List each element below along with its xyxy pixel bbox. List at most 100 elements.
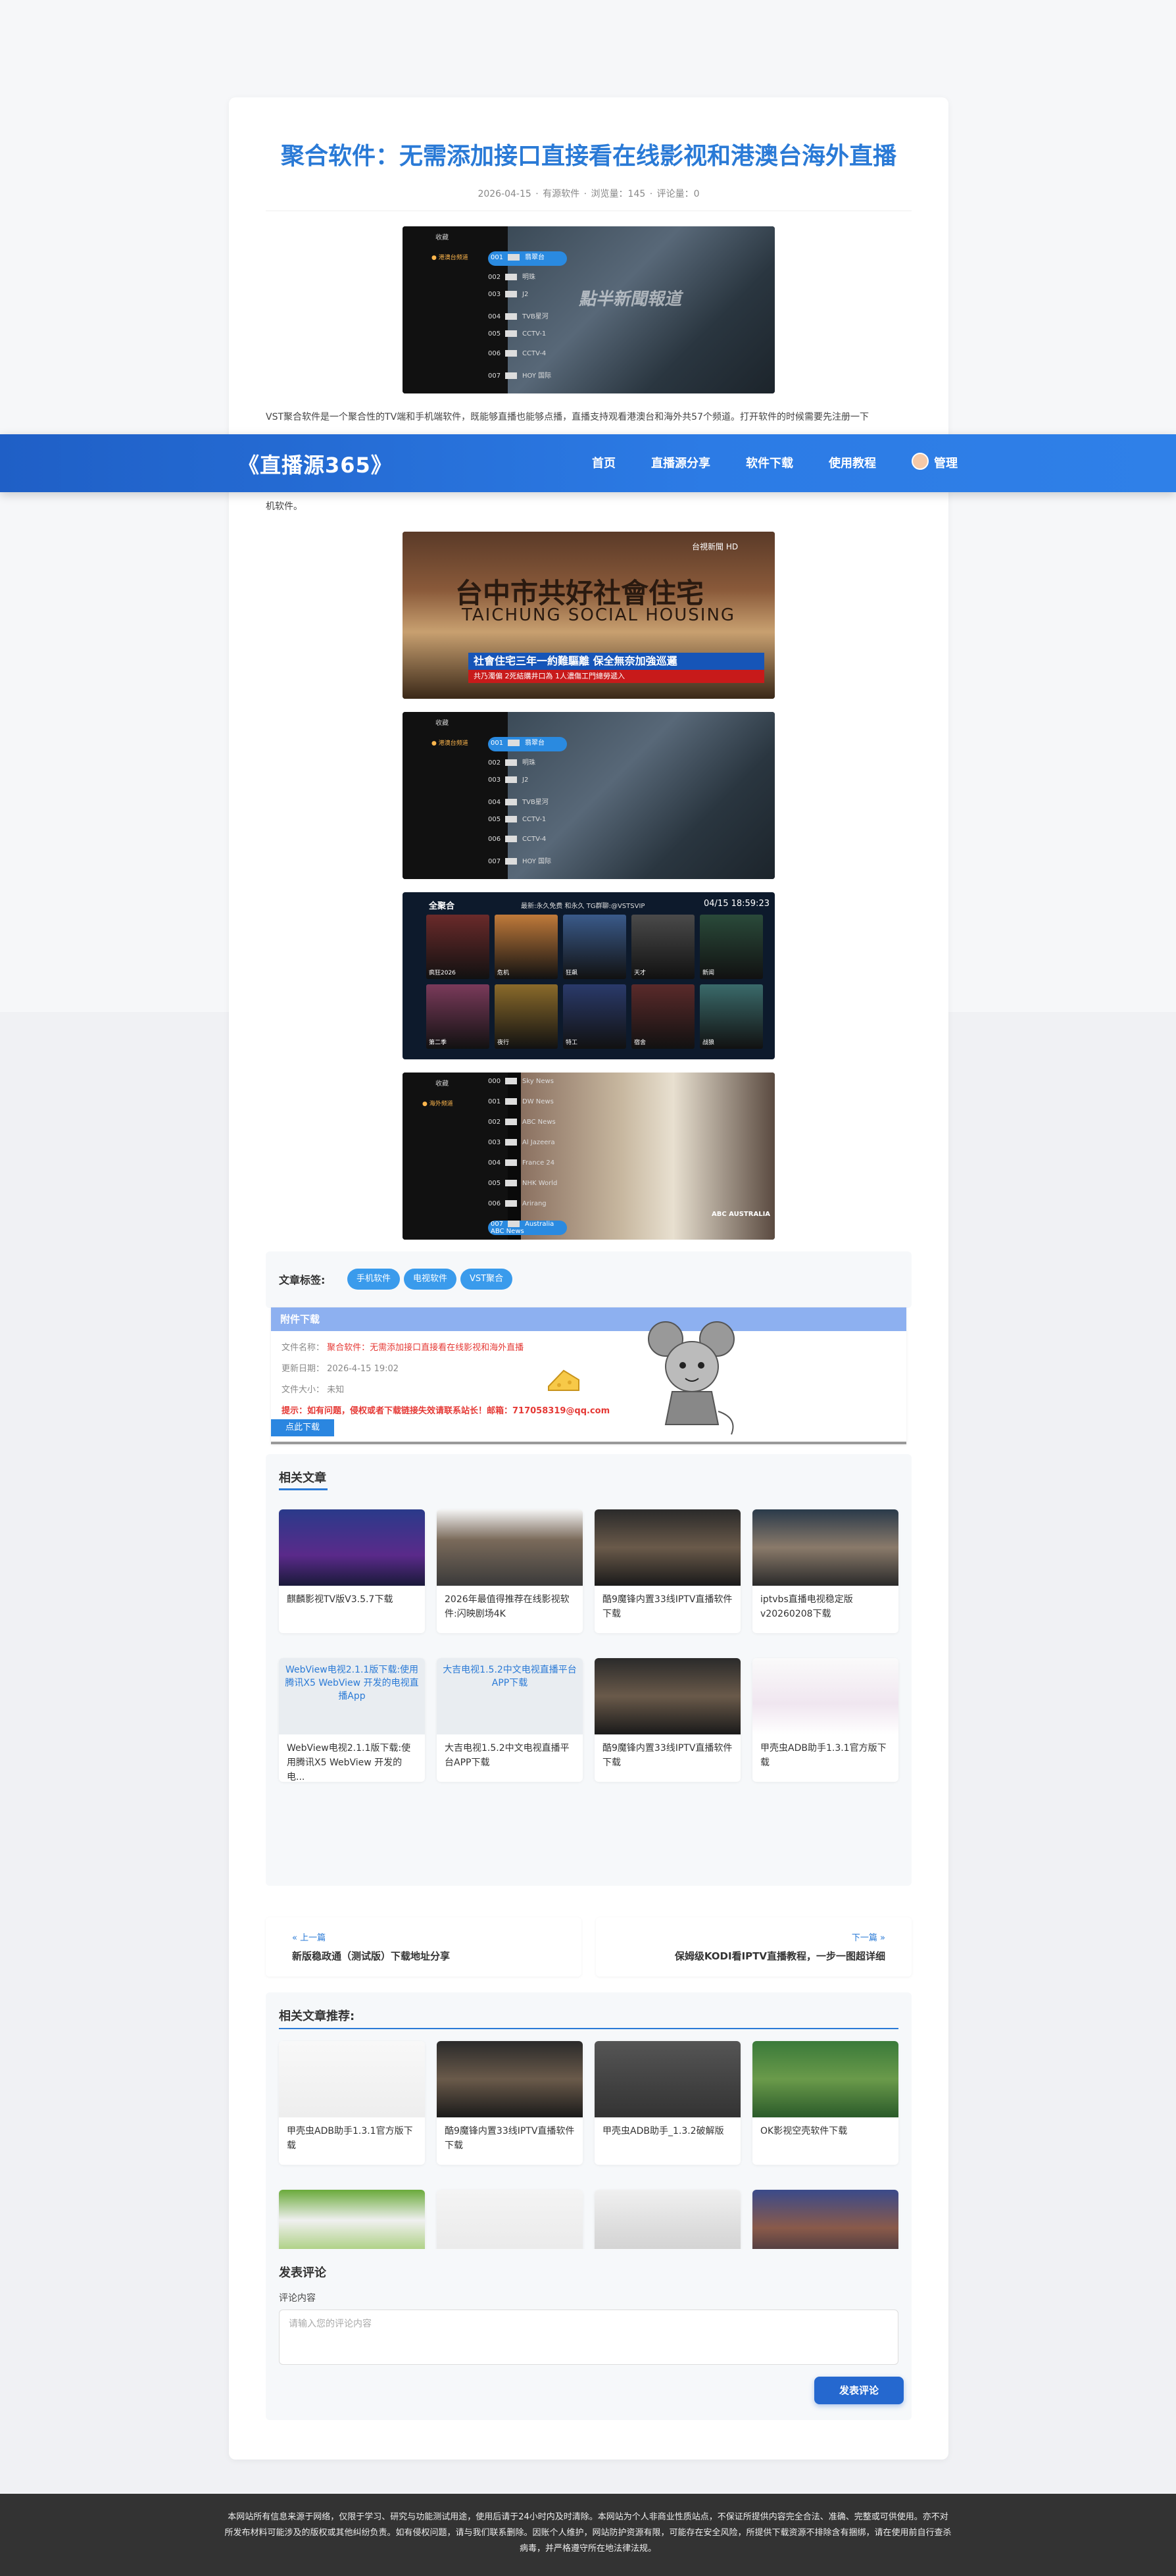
channel-row[interactable]: 005 CCTV-1 xyxy=(488,816,567,830)
article-card-link[interactable]: 麒麟影视TV版V3.5.7下载 xyxy=(279,1509,425,1633)
channel-row[interactable]: 002 明珠 xyxy=(488,271,567,286)
channel-row[interactable]: 007 Australia ABC News xyxy=(488,1221,567,1235)
article-card-title: iptvbs直播电视稳定版v20260208下载 xyxy=(760,1594,853,1619)
channel-number: 004 xyxy=(488,799,501,806)
nav-link-sources[interactable]: 直播源分享 xyxy=(651,454,710,471)
download-notice: 提示：如有问题，侵权或者下载链接失效请联系站长！邮箱：717058319@qq.… xyxy=(282,1406,610,1416)
poster-thumbnail[interactable]: 特工 xyxy=(563,984,626,1049)
submit-comment-button[interactable]: 发表评论 xyxy=(814,2377,904,2404)
nav-link-software[interactable]: 软件下载 xyxy=(746,454,793,471)
article-thumbnail xyxy=(279,2041,425,2117)
channel-row[interactable]: 006 Arirang xyxy=(488,1200,567,1215)
article-card-link[interactable]: iptvbs直播电视稳定版v20260208下载 xyxy=(752,1509,898,1633)
channel-row[interactable]: 003 J2 xyxy=(488,776,567,791)
article-paragraph: VST聚合软件是一个聚合性的TV端和手机端软件，既能够直播也能够点播，直播支持观… xyxy=(266,412,869,422)
article-card-link[interactable]: 甲壳虫ADB助手_1.3.2破解版 xyxy=(595,2041,741,2165)
next-article-link[interactable]: 下一篇 » 保姆级KODI看IPTV直播教程，一步一图超详细 xyxy=(596,1917,912,1977)
channel-row[interactable]: 007 HOY 国际 xyxy=(488,855,567,870)
poster-thumbnail[interactable]: 第二季 xyxy=(426,984,489,1049)
channel-row[interactable]: 007 HOY 国际 xyxy=(488,370,567,384)
article-card-link[interactable]: 甲壳虫ADB助手1.3.1官方版下载 xyxy=(752,1658,898,1782)
next-title: 保姆级KODI看IPTV直播教程，一步一图超详细 xyxy=(674,1950,885,1962)
article-thumbnail xyxy=(595,1658,741,1734)
poster-thumbnail[interactable]: 狂飙 xyxy=(563,915,626,979)
app-marquee: 最新:永久免费 和永久 TG群聊:@VSTSVIP xyxy=(521,903,645,910)
article-title: 聚合软件：无需添加接口直接看在线影视和港澳台海外直播 xyxy=(280,143,896,170)
prev-article-link[interactable]: « 上一篇 新版稳政通（测试版）下载地址分享 xyxy=(266,1917,581,1977)
channel-row[interactable]: 001 翡翠台 xyxy=(488,737,567,751)
channel-logo-icon xyxy=(508,1221,520,1227)
size-label: 文件大小： xyxy=(282,1385,325,1395)
nav-link-home[interactable]: 首页 xyxy=(592,454,616,471)
channel-row[interactable]: 004 France 24 xyxy=(488,1159,567,1174)
article-category[interactable]: 有源软件 xyxy=(543,189,579,199)
poster-thumbnail[interactable]: 夜行 xyxy=(495,984,558,1049)
news-ticker: 共乃濁偏 2死結購井口為 1人濃傷工門總勞遞入 xyxy=(468,670,764,683)
size-value: 未知 xyxy=(327,1385,345,1395)
channel-number: 005 xyxy=(488,1180,501,1187)
channel-row[interactable]: 001 DW News xyxy=(488,1098,567,1113)
comment-panel: 发表评论 评论内容 请输入您的评论内容 发表评论 xyxy=(266,2249,912,2420)
channel-row[interactable]: 002 明珠 xyxy=(488,757,567,771)
article-card-title: 酷9魔锋内置33线IPTV直播软件下载 xyxy=(602,1743,733,1768)
article-card-title: 甲壳虫ADB助手1.3.1官方版下载 xyxy=(760,1743,887,1768)
nav-links: 首页 直播源分享 软件下载 使用教程 管理 xyxy=(592,453,993,471)
channel-row[interactable]: 005 CCTV-1 xyxy=(488,330,567,345)
poster-thumbnail[interactable]: 天才 xyxy=(631,915,695,979)
poster-thumbnail[interactable]: 危机 xyxy=(495,915,558,979)
article-card-title: 甲壳虫ADB助手1.3.1官方版下载 xyxy=(287,2126,413,2151)
channel-row[interactable]: 006 CCTV-4 xyxy=(488,836,567,850)
channel-row[interactable]: 004 TVB星河 xyxy=(488,796,567,811)
channel-row[interactable]: 000 Sky News xyxy=(488,1078,567,1092)
channel-name: J2 xyxy=(522,776,529,784)
avatar-icon xyxy=(912,453,929,470)
article-card-link[interactable]: 2026年最值得推荐在线影视软件:闪映剧场4K xyxy=(437,1509,583,1633)
article-card-link[interactable]: 酷9魔锋内置33线IPTV直播软件下载 xyxy=(595,1509,741,1633)
article-card-title: 大吉电视1.5.2中文电视直播平台APP下载 xyxy=(445,1743,570,1768)
channel-logo-icon xyxy=(505,858,517,865)
channel-row[interactable]: 001 翡翠台 xyxy=(488,251,567,266)
screenshot-news: 台中市共好社會住宅 TAICHUNG SOCIAL HOUSING 台視新聞 H… xyxy=(403,532,775,699)
article-thumbnail xyxy=(595,2041,741,2117)
channel-row[interactable]: 005 NHK World xyxy=(488,1180,567,1194)
poster-thumbnail[interactable]: 宿舍 xyxy=(631,984,695,1049)
file-name-label: 文件名称： xyxy=(282,1343,325,1353)
article-card-link[interactable]: WebView电视2.1.1版下载:使用腾讯X5 WebView 开发的电视直播… xyxy=(279,1658,425,1782)
article-thumbnail xyxy=(752,1509,898,1586)
channel-row[interactable]: 003 Al Jazeera xyxy=(488,1139,567,1153)
comment-textarea[interactable]: 请输入您的评论内容 xyxy=(279,2310,898,2365)
article-card-link[interactable]: OK影视空壳软件下载 xyxy=(752,2041,898,2165)
download-header: 附件下载 xyxy=(271,1307,906,1331)
channel-name: J2 xyxy=(522,291,529,298)
download-button[interactable]: 点此下载 xyxy=(271,1419,334,1436)
channel-row[interactable]: 002 ABC News xyxy=(488,1119,567,1133)
poster-thumbnail[interactable]: 新闻 xyxy=(700,915,763,979)
channel-logo-icon xyxy=(505,291,517,297)
channel-row[interactable]: 003 J2 xyxy=(488,291,567,305)
tag-link[interactable]: 手机软件 xyxy=(347,1269,401,1290)
tag-link[interactable]: VST聚合 xyxy=(460,1269,513,1290)
article-card-link[interactable]: 大吉电视1.5.2中文电视直播平台APP下载大吉电视1.5.2中文电视直播平台A… xyxy=(437,1658,583,1782)
poster-thumbnail[interactable]: 战狼 xyxy=(700,984,763,1049)
article-thumbnail xyxy=(437,2041,583,2117)
article-card-link[interactable]: 甲壳虫ADB助手1.3.1官方版下载 xyxy=(279,2041,425,2165)
site-logo[interactable]: 《直播源365》 xyxy=(238,449,393,478)
article-card-link[interactable]: 酷9魔锋内置33线IPTV直播软件下载 xyxy=(437,2041,583,2165)
article-card-link[interactable]: 酷9魔锋内置33线IPTV直播软件下载 xyxy=(595,1658,741,1782)
channel-row[interactable]: 004 TVB星河 xyxy=(488,311,567,325)
poster-thumbnail[interactable]: 疯狂2026 xyxy=(426,915,489,979)
article-date: 2026-04-15 xyxy=(478,189,531,199)
tags-box: 文章标签: 手机软件 电视软件 VST聚合 xyxy=(266,1251,912,1308)
channel-name: CCTV-1 xyxy=(522,816,547,823)
screenshot-channel-list: 收藏 ● 港澳台频道 001 翡翠台 002 明珠 003 J2 004 TVB星河 005 CC… xyxy=(403,226,775,393)
thumbnail-alt-text: 大吉电视1.5.2中文电视直播平台APP下载 xyxy=(437,1658,583,1734)
mouse-mascot-icon xyxy=(648,1321,735,1435)
channel-name: 翡翠台 xyxy=(525,740,545,747)
comment-title: 发表评论 xyxy=(279,2266,326,2280)
channel-row[interactable]: 006 CCTV-4 xyxy=(488,350,567,365)
channel-number: 002 xyxy=(488,759,501,767)
channel-name: TVB星河 xyxy=(522,313,549,320)
nav-link-tutorial[interactable]: 使用教程 xyxy=(829,454,876,471)
tag-link[interactable]: 电视软件 xyxy=(404,1269,457,1290)
nav-admin[interactable]: 管理 xyxy=(912,453,958,471)
